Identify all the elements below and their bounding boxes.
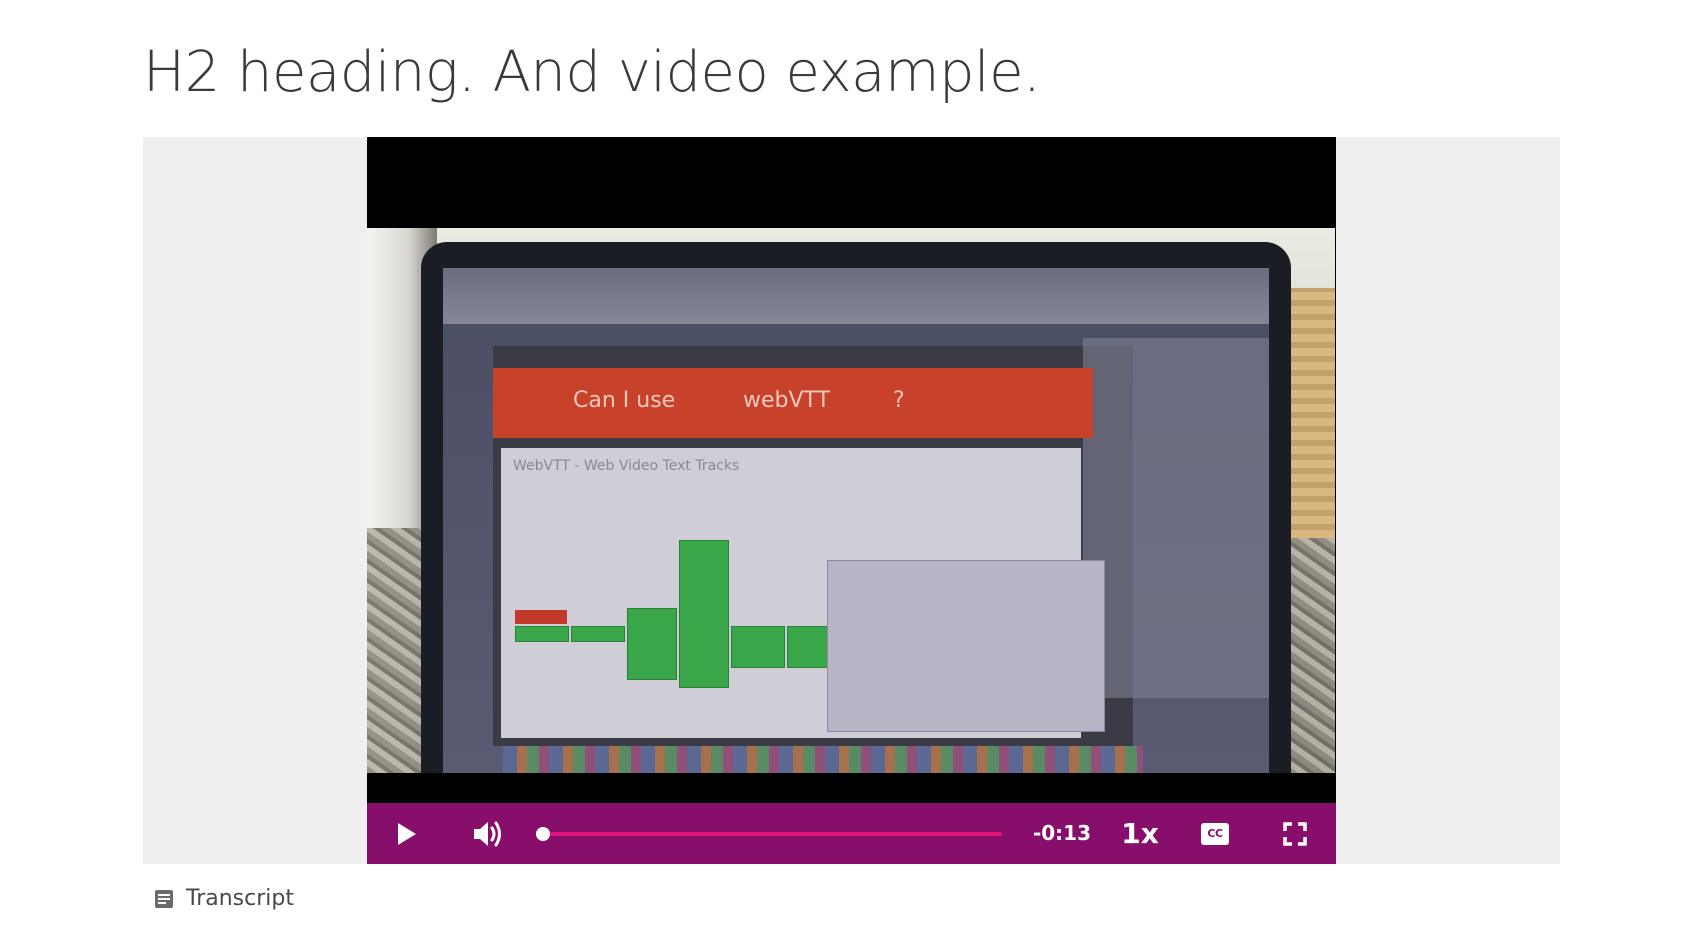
screen-side-panel (1083, 338, 1269, 698)
screen-query-text: webVTT (743, 388, 831, 413)
laptop-screen: Can I use webVTT ? WebVTT - Web Video Te… (443, 268, 1269, 773)
fullscreen-button[interactable] (1273, 803, 1317, 864)
screen-table-cell (731, 626, 785, 668)
fullscreen-icon (1283, 821, 1307, 846)
video-container: Can I use webVTT ? WebVTT - Web Video Te… (143, 137, 1560, 864)
video-frame[interactable]: Can I use webVTT ? WebVTT - Web Video Te… (367, 228, 1335, 773)
captions-icon: CC (1201, 822, 1229, 845)
screen-can-i-use-text: Can I use (573, 388, 676, 413)
volume-icon (474, 821, 501, 846)
screen-table-cell (515, 626, 569, 642)
screen-toolbar (443, 268, 1269, 324)
screen-table-cell (515, 610, 567, 624)
screen-table-cell (571, 626, 625, 642)
screen-terminal-window (827, 560, 1105, 732)
progress-thumb[interactable] (536, 827, 550, 841)
transcript-label: Transcript (186, 886, 294, 911)
laptop-image: Can I use webVTT ? WebVTT - Web Video Te… (421, 242, 1291, 773)
screen-question-text: ? (893, 388, 905, 413)
player-control-bar: -0:13 1x CC (367, 803, 1336, 864)
screen-table-cell (787, 626, 829, 668)
screen-banner: Can I use webVTT ? (493, 368, 1093, 438)
progress-slider[interactable] (536, 827, 1002, 841)
screen-feature-title: WebVTT - Web Video Text Tracks (513, 458, 740, 474)
progress-track (536, 832, 1002, 836)
volume-button[interactable] (466, 803, 510, 864)
time-remaining: -0:13 (1032, 821, 1092, 845)
play-icon (398, 822, 416, 845)
video-player[interactable]: Can I use webVTT ? WebVTT - Web Video Te… (367, 137, 1336, 864)
play-button[interactable] (387, 803, 427, 864)
screen-table-cell (679, 540, 729, 688)
screen-dock (503, 746, 1143, 773)
screen-table-cell (627, 608, 677, 680)
playback-speed-button[interactable]: 1x (1115, 803, 1165, 864)
page: H2 heading. And video example. Can I use… (0, 0, 1686, 940)
transcript-toggle[interactable]: Transcript (154, 886, 294, 911)
page-heading: H2 heading. And video example. (143, 40, 1041, 105)
document-icon (154, 889, 174, 909)
captions-button[interactable]: CC (1193, 803, 1237, 864)
